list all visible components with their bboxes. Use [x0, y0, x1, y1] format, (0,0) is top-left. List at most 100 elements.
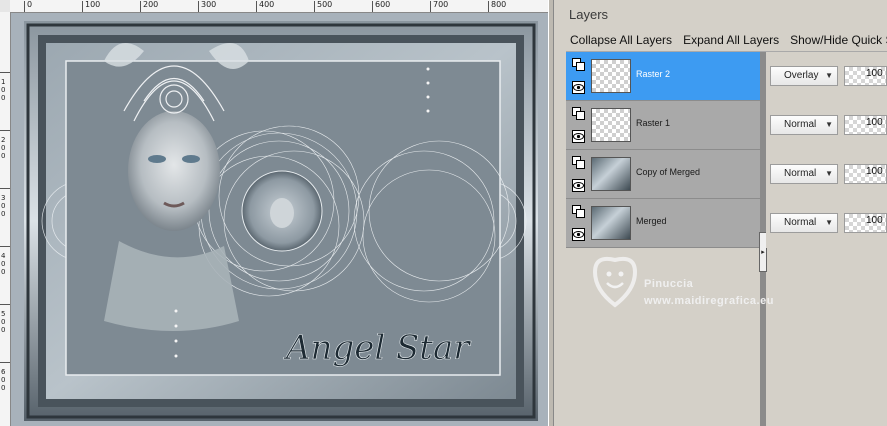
- ruler-tick: [256, 1, 257, 12]
- ruler-digit: 0: [1, 210, 6, 218]
- ruler-tick: [198, 1, 199, 12]
- blend-mode-value: Normal: [784, 119, 817, 130]
- ruler-label: 500: [317, 0, 333, 9]
- visibility-eye-icon[interactable]: [572, 130, 585, 143]
- opacity-field[interactable]: 100: [844, 164, 887, 184]
- ruler-digit: 0: [1, 318, 6, 326]
- collapse-all-layers-button[interactable]: Collapse All Layers: [570, 33, 672, 47]
- ruler-tick: [82, 1, 83, 12]
- ruler-digit: 3: [1, 194, 6, 202]
- ruler-digit: 0: [1, 326, 6, 334]
- layers-toolbar: Collapse All Layers Expand All Layers Sh…: [566, 29, 887, 52]
- ruler-label: 200: [143, 0, 159, 9]
- layer-thumbnail: [591, 108, 631, 142]
- ruler-left: 1 0 0 2 0 0 3 0 0 4 0 0 5 0 0 6 0 0: [0, 12, 11, 426]
- layer-thumbnail: [591, 206, 631, 240]
- chevron-down-icon: ▼: [825, 120, 833, 129]
- ruler-tick: [372, 1, 373, 12]
- ruler-digit: 6: [1, 368, 6, 376]
- watermark-url: www.maidiregrafica.eu: [644, 295, 774, 307]
- layer-row-raster-1[interactable]: Raster 1: [566, 101, 761, 150]
- layer-group-icon[interactable]: [572, 205, 585, 218]
- layer-thumbnail: [591, 157, 631, 191]
- ruler-digit: 0: [1, 94, 6, 102]
- layer-row-raster-2[interactable]: Raster 2: [566, 52, 761, 101]
- opacity-field[interactable]: 100: [844, 66, 887, 86]
- ruler-digit: 0: [1, 384, 6, 392]
- layer-name[interactable]: Raster 2: [636, 69, 670, 79]
- ruler-label: 100: [85, 0, 101, 9]
- layer-group-icon[interactable]: [572, 156, 585, 169]
- panel-splitter[interactable]: [548, 0, 554, 426]
- visibility-eye-icon[interactable]: [572, 228, 585, 241]
- smiley-logo-icon: [592, 256, 638, 308]
- layer-group-icon[interactable]: [572, 58, 585, 71]
- ruler-label: 700: [433, 0, 449, 9]
- ruler-tick: [314, 1, 315, 12]
- opacity-value: 100: [866, 166, 883, 177]
- ruler-tick: [0, 130, 10, 131]
- quick-search-toggle-button[interactable]: Show/Hide Quick Sear: [790, 33, 887, 47]
- blend-mode-select[interactable]: Normal ▼: [770, 213, 838, 233]
- ruler-tick: [0, 246, 10, 247]
- ruler-digit: 0: [1, 376, 6, 384]
- watermark: Pinuccia www.maidiregrafica.eu: [590, 250, 820, 316]
- layers-list: Raster 2 Raster 1 Copy of Merged Merged: [566, 52, 761, 248]
- ruler-tick: [0, 188, 10, 189]
- ruler-tick: [140, 1, 141, 12]
- layer-row-copy-of-merged[interactable]: Copy of Merged: [566, 150, 761, 199]
- blend-mode-select[interactable]: Overlay ▼: [770, 66, 838, 86]
- blend-mode-value: Overlay: [784, 70, 819, 81]
- ruler-label: 300: [201, 0, 217, 9]
- chevron-down-icon: ▼: [825, 169, 833, 178]
- ruler-digit: 0: [1, 268, 6, 276]
- image-canvas-area[interactable]: 0 100 200 300 400 500 600 700 800 1 0 0 …: [0, 0, 548, 426]
- chevron-down-icon: ▼: [825, 71, 833, 80]
- blend-mode-value: Normal: [784, 168, 817, 179]
- expand-all-layers-button[interactable]: Expand All Layers: [683, 33, 779, 47]
- blend-mode-select[interactable]: Normal ▼: [770, 115, 838, 135]
- panel-title: Layers: [569, 7, 609, 22]
- ruler-tick: [0, 362, 10, 363]
- layer-properties-column: Overlay ▼ 100 Normal ▼ 100 Normal ▼ 100 …: [766, 52, 887, 248]
- ruler-digit: 2: [1, 136, 6, 144]
- ruler-label: 600: [375, 0, 391, 9]
- opacity-value: 100: [866, 68, 883, 79]
- ruler-digit: 0: [1, 260, 6, 268]
- opacity-field[interactable]: 100: [844, 115, 887, 135]
- opacity-field[interactable]: 100: [844, 213, 887, 233]
- ruler-tick: [0, 72, 10, 73]
- chevron-down-icon: ▼: [825, 218, 833, 227]
- layer-row-merged[interactable]: Merged: [566, 199, 761, 248]
- ruler-label: 800: [491, 0, 507, 9]
- layer-group-icon[interactable]: [572, 107, 585, 120]
- layer-name[interactable]: Merged: [636, 216, 667, 226]
- opacity-value: 100: [866, 215, 883, 226]
- artwork-signature: Angel Star: [283, 328, 471, 368]
- artwork-image[interactable]: Angel Star: [24, 21, 538, 421]
- ruler-tick: [0, 304, 10, 305]
- ruler-digit: 1: [1, 78, 6, 86]
- layer-name[interactable]: Copy of Merged: [636, 167, 700, 177]
- blend-mode-select[interactable]: Normal ▼: [770, 164, 838, 184]
- layer-thumbnail: [591, 59, 631, 93]
- artwork-illustration: Angel Star: [24, 21, 538, 421]
- ruler-digit: 0: [1, 144, 6, 152]
- ruler-tick: [24, 1, 25, 12]
- watermark-author: Pinuccia: [644, 278, 694, 290]
- ruler-label: 400: [259, 0, 275, 9]
- ruler-digit: 0: [1, 86, 6, 94]
- ruler-digit: 5: [1, 310, 6, 318]
- layer-name[interactable]: Raster 1: [636, 118, 670, 128]
- ruler-digit: 0: [1, 152, 6, 160]
- ruler-tick: [430, 1, 431, 12]
- visibility-eye-icon[interactable]: [572, 179, 585, 192]
- visibility-eye-icon[interactable]: [572, 81, 585, 94]
- ruler-digit: 4: [1, 252, 6, 260]
- ruler-label: 0: [27, 0, 33, 9]
- ruler-tick: [488, 1, 489, 12]
- opacity-value: 100: [866, 117, 883, 128]
- ruler-digit: 0: [1, 202, 6, 210]
- ruler-top: 0 100 200 300 400 500 600 700 800: [10, 0, 548, 13]
- blend-mode-value: Normal: [784, 217, 817, 228]
